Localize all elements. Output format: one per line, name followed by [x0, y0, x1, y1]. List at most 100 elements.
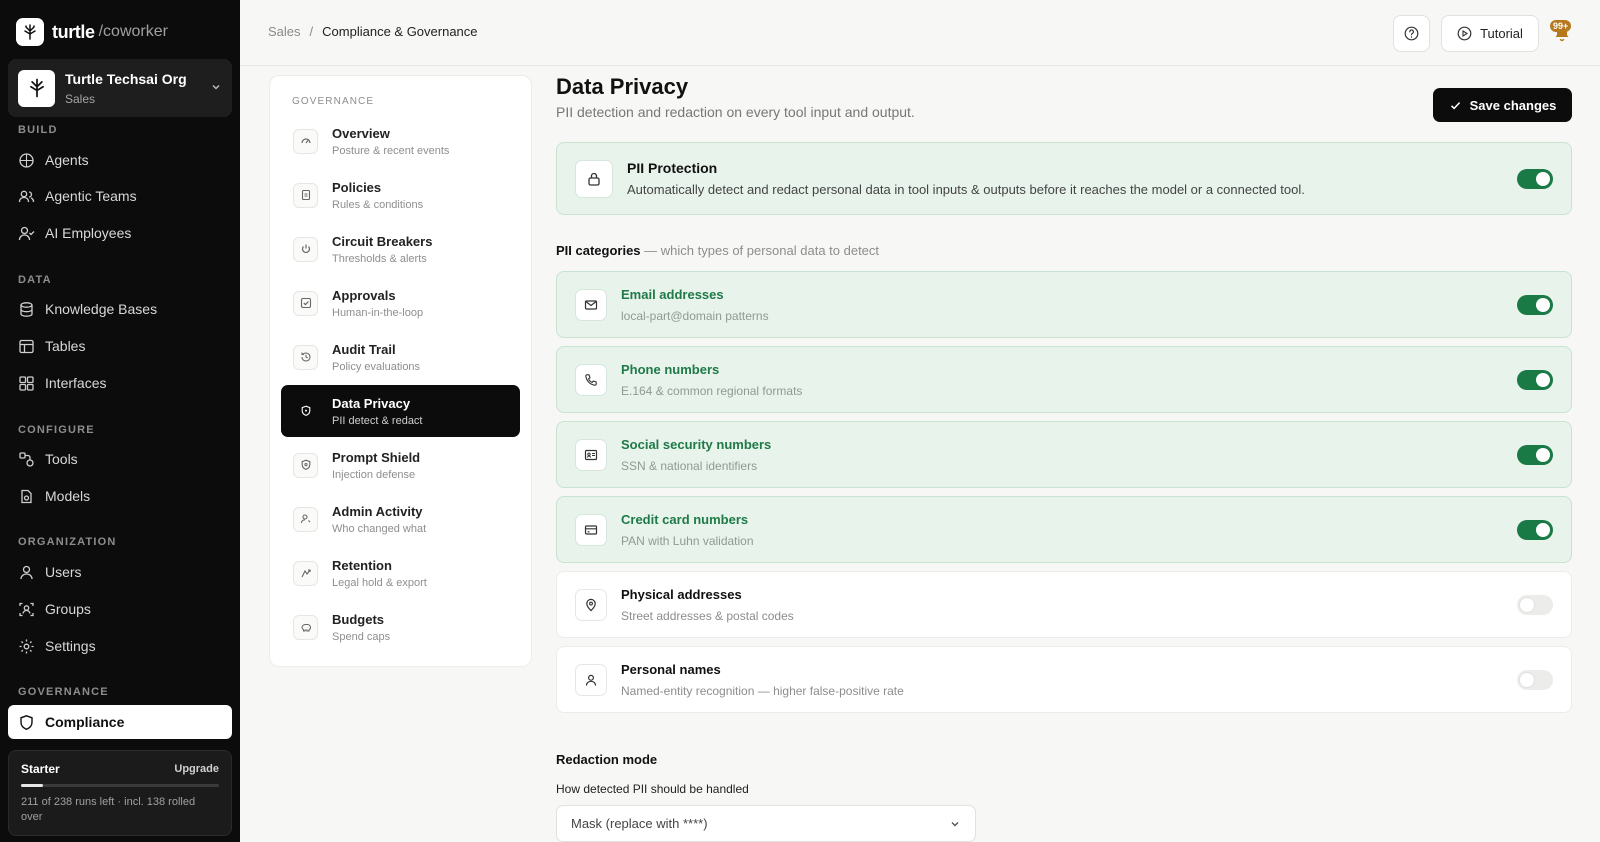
category-toggle-phone[interactable]	[1517, 369, 1553, 390]
turtle-logo-icon	[16, 18, 44, 46]
plan-usage-bar	[21, 784, 219, 787]
page-subtitle: PII detection and redaction on every too…	[556, 104, 915, 120]
help-button[interactable]	[1393, 15, 1430, 52]
org-name: Turtle Techsai Org	[65, 70, 187, 87]
subnav-item-title: Policies	[332, 179, 382, 195]
help-circle-icon	[1404, 26, 1419, 41]
sidebar-item-knowledge-bases[interactable]: Knowledge Bases	[8, 292, 232, 326]
subnav-item-prompt-shield[interactable]: Prompt Shield Injection defense	[281, 439, 520, 491]
archive-restore-icon	[293, 560, 318, 586]
user-icon	[20, 565, 33, 579]
category-desc: SSN & national identifiers	[621, 458, 758, 473]
sidebar-item-compliance[interactable]: Compliance	[8, 705, 232, 739]
category-toggle-physical-address[interactable]	[1517, 594, 1553, 615]
breadcrumb: Sales / Compliance & Governance	[268, 24, 478, 39]
plan-name: Starter	[21, 762, 60, 776]
gear-icon	[19, 639, 34, 653]
subnav-item-audit-trail[interactable]: Audit Trail Policy evaluations	[281, 331, 520, 383]
map-pin-icon	[575, 588, 607, 621]
subnav-item-circuit-breakers[interactable]: Circuit Breakers Thresholds & alerts	[281, 223, 520, 275]
breadcrumb-root[interactable]: Sales	[268, 24, 301, 39]
subnav-item-desc: Human-in-the-loop	[332, 306, 424, 319]
category-card-credit-card: Credit card numbers PAN with Luhn valida…	[556, 496, 1572, 563]
category-desc: Street addresses & postal codes	[621, 608, 794, 623]
pii-categories-title: PII categories	[556, 243, 641, 258]
category-title: Physical addresses	[621, 586, 742, 602]
id-card-icon	[575, 438, 607, 471]
subnav-item-title: Audit Trail	[332, 341, 396, 357]
sidebar-item-interfaces[interactable]: Interfaces	[8, 366, 232, 400]
subnav-item-admin-activity[interactable]: Admin Activity Who changed what	[281, 493, 520, 545]
breadcrumb-current: Compliance & Governance	[322, 24, 478, 39]
page-title: Data Privacy	[556, 74, 689, 99]
subnav-item-desc: Spend caps	[332, 630, 391, 643]
subnav-item-title: Circuit Breakers	[332, 233, 433, 249]
subnav-item-desc: Rules & conditions	[332, 198, 424, 211]
category-toggle-personal-names[interactable]	[1517, 669, 1553, 690]
subnav-item-desc: PII detect & redact	[332, 414, 423, 427]
subnav-item-desc: Legal hold & export	[332, 576, 427, 589]
subnav-item-data-privacy[interactable]: Data Privacy PII detect & redact	[281, 385, 520, 437]
sidebar-item-label: Interfaces	[45, 375, 107, 391]
subnav-item-desc: Thresholds & alerts	[332, 252, 427, 265]
category-toggle-credit-card[interactable]	[1517, 519, 1553, 540]
plan-card: Starter Upgrade 211 of 238 runs left · i…	[8, 750, 232, 836]
sidebar-item-ai-employees[interactable]: AI Employees	[8, 216, 232, 250]
user-cog-icon	[293, 506, 318, 532]
clipboard-icon	[293, 182, 318, 208]
gauge-icon	[293, 128, 318, 154]
section-organization: ORGANIZATION	[18, 536, 117, 548]
category-toggle-email[interactable]	[1517, 294, 1553, 315]
subnav-item-policies[interactable]: Policies Rules & conditions	[281, 169, 520, 221]
sidebar: turtle /coworker Turtle Techsai Org Sale…	[0, 0, 240, 842]
sidebar-item-label: Tools	[45, 451, 78, 467]
org-switcher[interactable]: Turtle Techsai Org Sales	[8, 59, 232, 117]
subnav-item-title: Budgets	[332, 611, 384, 627]
subnav-item-title: Approvals	[332, 287, 396, 303]
sidebar-item-agentic-teams[interactable]: Agentic Teams	[8, 179, 232, 213]
pii-protection-toggle[interactable]	[1517, 168, 1553, 189]
save-changes-button[interactable]: Save changes	[1433, 88, 1572, 122]
category-desc: E.164 & common regional formats	[621, 383, 803, 398]
sidebar-item-agents[interactable]: Agents	[8, 143, 232, 177]
sidebar-item-models[interactable]: Models	[8, 479, 232, 513]
subnav-item-desc: Who changed what	[332, 522, 427, 535]
sidebar-item-label: Agents	[45, 152, 89, 168]
org-avatar	[18, 69, 55, 107]
sidebar-item-label: Models	[45, 488, 91, 504]
brand-name: turtle	[52, 21, 95, 42]
governance-subnav: GOVERNANCE Overview Posture & recent even…	[269, 75, 532, 667]
category-title: Credit card numbers	[621, 511, 749, 527]
sidebar-item-tools[interactable]: Tools	[8, 442, 232, 476]
redaction-mode-label: How detected PII should be handled	[556, 782, 749, 796]
sidebar-item-label: Settings	[45, 638, 96, 654]
category-toggle-ssn[interactable]	[1517, 444, 1553, 465]
subnav-item-budgets[interactable]: Budgets Spend caps	[281, 601, 520, 653]
subnav-item-title: Retention	[332, 557, 392, 573]
subnav-item-title: Data Privacy	[332, 395, 411, 411]
brand[interactable]: turtle /coworker	[16, 17, 168, 47]
history-icon	[293, 344, 318, 370]
subnav-item-approvals[interactable]: Approvals Human-in-the-loop	[281, 277, 520, 329]
sidebar-item-settings[interactable]: Settings	[8, 629, 232, 663]
upgrade-link[interactable]: Upgrade	[174, 763, 219, 775]
redaction-mode-title: Redaction mode	[556, 752, 658, 767]
subnav-item-retention[interactable]: Retention Legal hold & export	[281, 547, 520, 599]
sidebar-item-tables[interactable]: Tables	[8, 329, 232, 363]
section-configure: CONFIGURE	[18, 424, 95, 436]
tutorial-button[interactable]: Tutorial	[1441, 15, 1539, 52]
category-title: Social security numbers	[621, 436, 772, 452]
sidebar-item-users[interactable]: Users	[8, 555, 232, 589]
save-changes-label: Save changes	[1469, 97, 1557, 113]
database-icon	[20, 301, 33, 317]
redaction-mode-select[interactable]: Mask (replace with ****)	[556, 805, 976, 842]
agents-icon	[19, 152, 34, 168]
subnav-item-overview[interactable]: Overview Posture & recent events	[281, 115, 520, 167]
category-card-personal-names: Personal names Named-entity recognition …	[556, 646, 1572, 713]
pii-protection-title: PII Protection	[627, 160, 718, 176]
pii-categories-heading: PII categories — which types of personal…	[556, 243, 879, 258]
pii-protection-desc: Automatically detect and redact personal…	[627, 182, 1305, 197]
lock-icon	[575, 159, 613, 198]
notification-badge: 99+	[1550, 20, 1572, 32]
sidebar-item-groups[interactable]: Groups	[8, 592, 232, 626]
